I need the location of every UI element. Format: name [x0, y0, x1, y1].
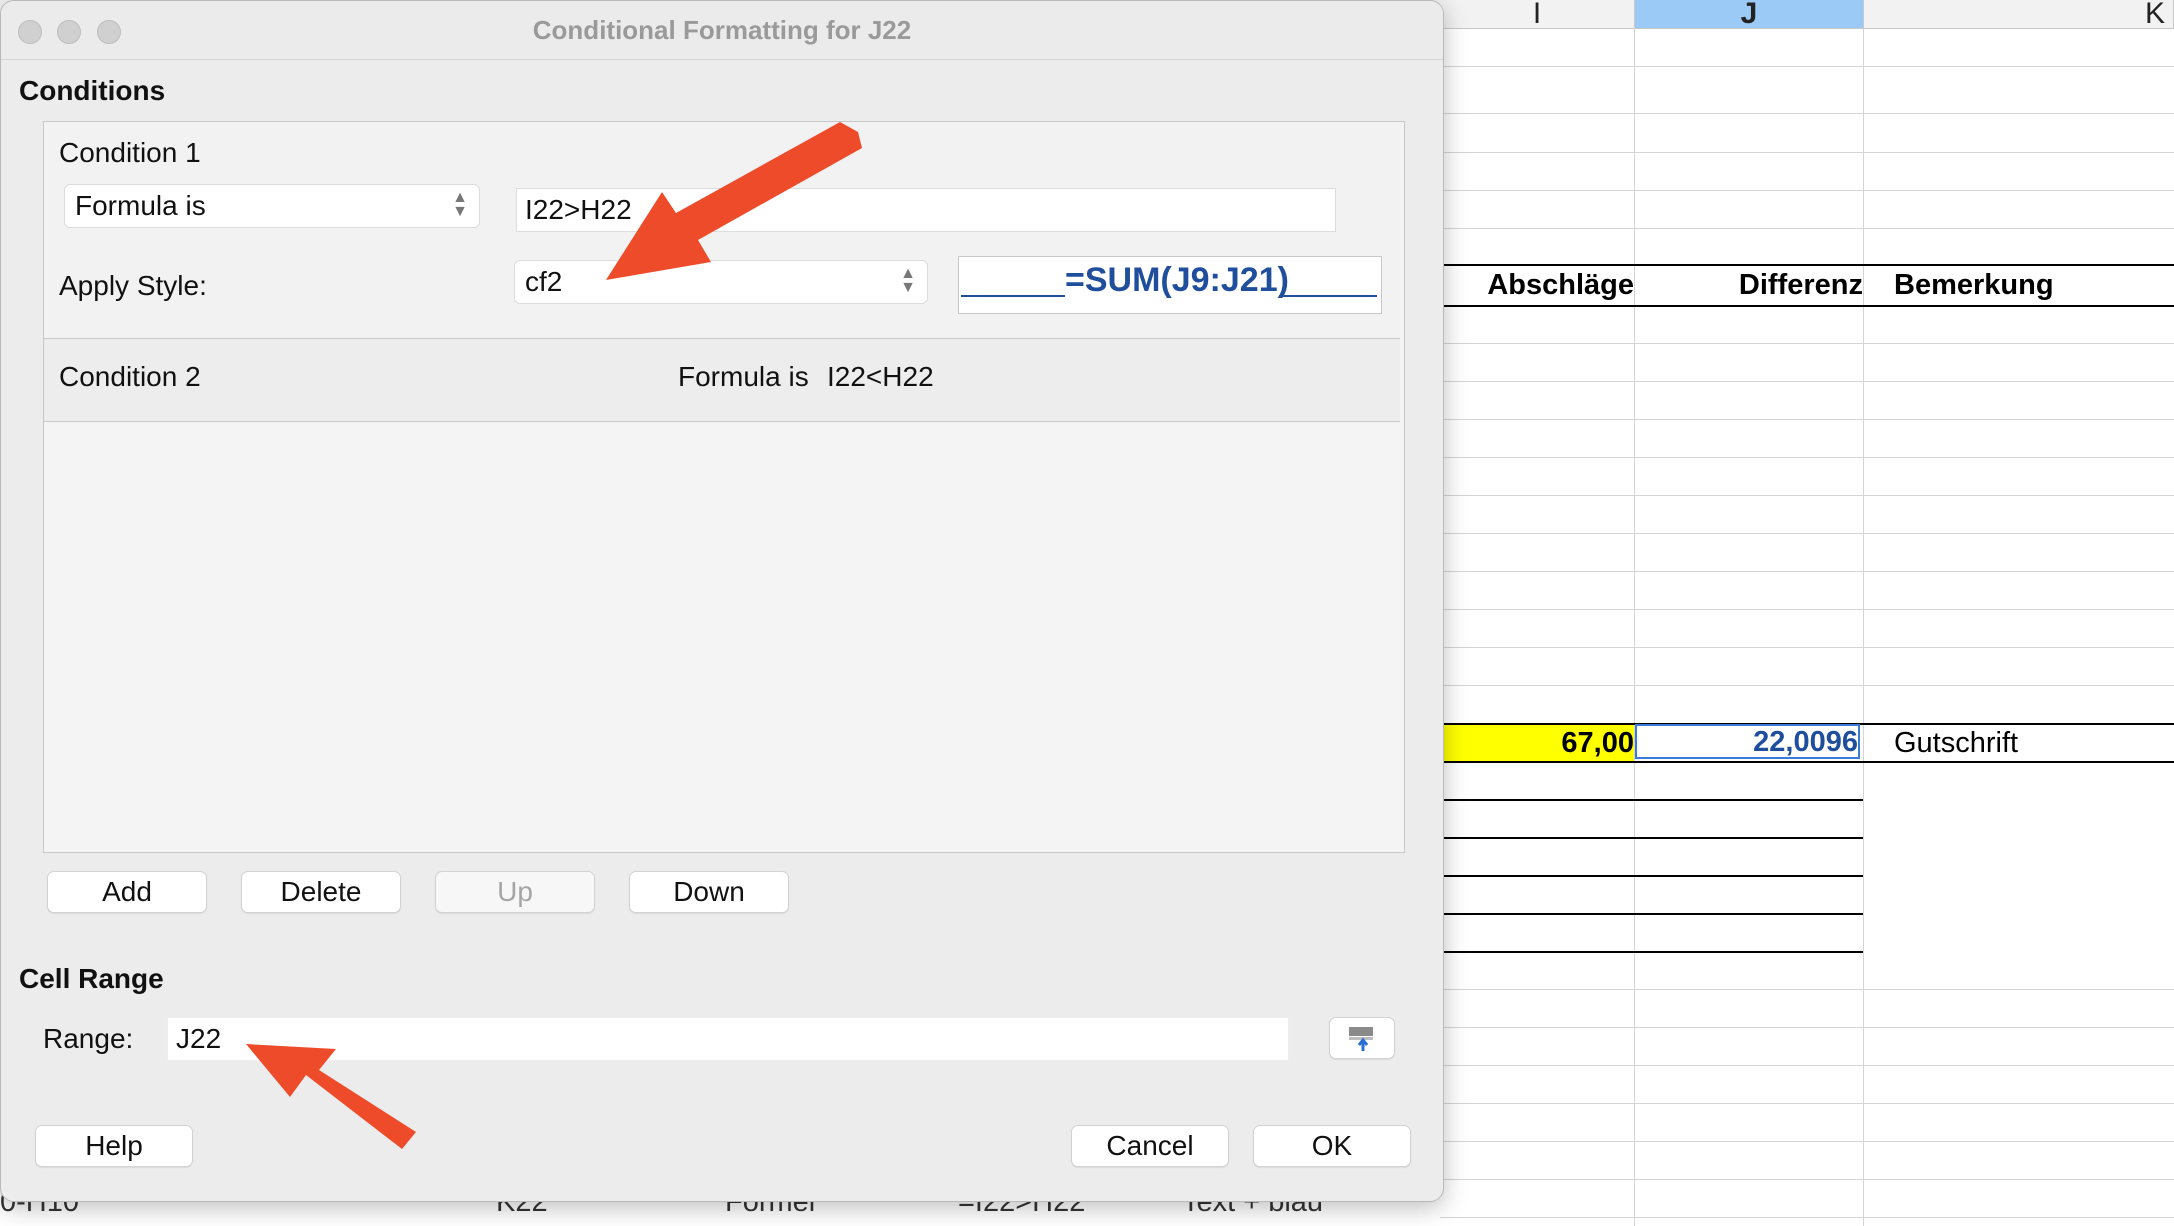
apply-style-label: Apply Style: — [59, 270, 207, 301]
grid-line — [1440, 419, 2174, 420]
dialog-titlebar: Conditional Formatting for J22 — [1, 1, 1443, 60]
grid-line — [1440, 228, 2174, 229]
condition-formula-input[interactable]: I22>H22 — [516, 188, 1336, 232]
grid-line — [1440, 533, 2174, 534]
grid-line — [1440, 609, 2174, 610]
grid-line — [1440, 190, 2174, 191]
apply-style-select[interactable]: cf2 ▲ ▼ — [514, 260, 928, 304]
preview-formula-text: =SUM(J9:J21) — [1065, 261, 1289, 299]
chevron-updown-icon: ▲ ▼ — [452, 189, 468, 220]
row-border — [1440, 799, 1863, 801]
row22-border-bottom — [1440, 761, 2174, 763]
column-header-j[interactable]: J — [1635, 0, 1864, 28]
grid-line — [1440, 113, 2174, 114]
apply-style-value: cf2 — [525, 266, 563, 297]
header-cell-bemerkung[interactable]: Bemerkung — [1894, 267, 2054, 303]
preview-underline-right — [1279, 295, 1377, 297]
grid-line — [1440, 495, 2174, 496]
condition-2-panel[interactable]: Condition 2 Formula is I22<H22 — [44, 339, 1400, 422]
row-border — [1440, 875, 1863, 877]
row-border — [1440, 837, 1863, 839]
add-button[interactable]: Add — [47, 871, 207, 913]
cancel-button[interactable]: Cancel — [1071, 1125, 1229, 1167]
conditions-list: Condition 1 Formula is ▲ ▼ I22>H22 Apply … — [43, 121, 1405, 853]
cell-i22[interactable]: 67,00 — [1440, 725, 1634, 761]
header-border-bottom — [1440, 305, 2174, 307]
ok-button[interactable]: OK — [1253, 1125, 1411, 1167]
delete-button[interactable]: Delete — [241, 871, 401, 913]
shrink-range-icon — [1349, 1027, 1373, 1051]
grid-line — [1440, 1217, 2174, 1218]
conditional-formatting-dialog: Conditional Formatting for J22 Condition… — [0, 0, 1444, 1202]
header-border-top — [1440, 264, 2174, 266]
condition-2-summary-formula: I22<H22 — [827, 361, 934, 392]
column-header-i[interactable]: I — [1440, 0, 1635, 28]
grid-line — [1440, 343, 2174, 344]
grid-line — [1440, 1103, 2174, 1104]
condition-1-panel[interactable]: Condition 1 Formula is ▲ ▼ I22>H22 Apply … — [44, 122, 1400, 339]
condition-1-label: Condition 1 — [59, 137, 201, 168]
cell-range-heading: Cell Range — [19, 963, 164, 994]
conditions-heading: Conditions — [19, 75, 166, 106]
condition-2-summary-type: Formula is — [678, 361, 809, 392]
cell-k22[interactable]: Gutschrift — [1894, 725, 2018, 761]
header-cell-differenz[interactable]: Differenz — [1635, 267, 1863, 303]
grid-line — [1440, 647, 2174, 648]
dialog-title: Conditional Formatting for J22 — [532, 15, 912, 45]
grid-line — [1440, 1179, 2174, 1180]
grid-line — [1440, 989, 2174, 990]
grid-line — [1440, 152, 2174, 153]
header-cell-abschlaege[interactable]: Abschläge — [1440, 267, 1634, 303]
grid-line — [1634, 28, 1635, 1226]
grid-line — [1440, 1065, 2174, 1066]
condition-type-value: Formula is — [75, 190, 206, 221]
range-input[interactable]: J22 — [167, 1017, 1289, 1061]
column-header-k[interactable]: K — [1864, 0, 2174, 28]
row-border — [1440, 913, 1863, 915]
grid-line — [1440, 457, 2174, 458]
style-preview: =SUM(J9:J21) — [958, 256, 1382, 314]
grid-line — [1440, 571, 2174, 572]
chevron-updown-icon: ▲ ▼ — [900, 265, 916, 296]
range-label: Range: — [43, 1023, 134, 1054]
up-button[interactable]: Up — [435, 871, 595, 913]
grid-line — [1440, 381, 2174, 382]
preview-underline-left — [961, 295, 1065, 297]
cell-j22[interactable]: 22,0096 — [1635, 724, 1860, 759]
grid-line — [1863, 28, 1864, 1226]
row-border — [1440, 951, 1863, 953]
grid-line — [1440, 685, 2174, 686]
shrink-range-button[interactable] — [1329, 1017, 1395, 1059]
grid-line — [1440, 1027, 2174, 1028]
condition-2-label: Condition 2 — [59, 361, 201, 392]
down-button[interactable]: Down — [629, 871, 789, 913]
help-button[interactable]: Help — [35, 1125, 193, 1167]
grid-line — [1440, 1141, 2174, 1142]
grid-line — [1440, 66, 2174, 67]
condition-type-select[interactable]: Formula is ▲ ▼ — [64, 184, 480, 228]
